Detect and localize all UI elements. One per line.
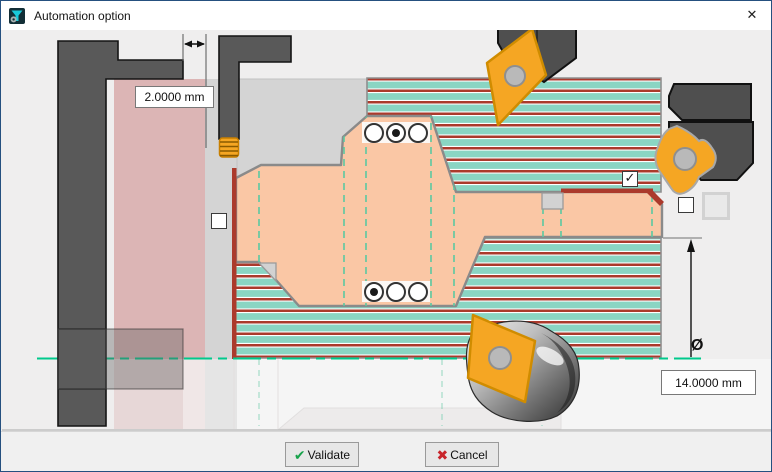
automation-option-dialog: Automation option ✕ 2.0000 mm Ø 14.0000 … <box>0 0 772 472</box>
footer-bar: ✔ Validate ✖ Cancel <box>1 431 771 472</box>
gap-dimension-field[interactable]: 2.0000 mm <box>135 86 214 108</box>
left-option-checkbox[interactable]: ✓ <box>211 213 227 229</box>
radio-bottom-2[interactable] <box>386 282 406 302</box>
dialog-title: Automation option <box>34 9 131 23</box>
cross-icon: ✖ <box>436 448 448 462</box>
cancel-button[interactable]: ✖ Cancel <box>425 442 499 467</box>
radio-bottom-1[interactable] <box>364 282 384 302</box>
radio-group-top <box>362 122 430 143</box>
title-bar: Automation option ✕ <box>1 1 771 30</box>
right-tool-checkbox[interactable]: ✓ <box>622 171 638 187</box>
diameter-dimension-field[interactable]: 14.0000 mm <box>661 370 756 395</box>
machining-preview-canvas <box>1 1 772 472</box>
diameter-symbol: Ø <box>691 337 703 355</box>
color-swatch-button[interactable] <box>702 192 730 220</box>
diameter-dimension-value: 14.0000 mm <box>675 376 742 390</box>
check-icon: ✔ <box>294 448 306 462</box>
radio-top-3[interactable] <box>408 123 428 143</box>
radio-bottom-3[interactable] <box>408 282 428 302</box>
diameter-option-checkbox[interactable]: ✓ <box>678 197 694 213</box>
cancel-label: Cancel <box>450 448 487 462</box>
app-icon <box>9 8 25 24</box>
radio-top-2[interactable] <box>386 123 406 143</box>
validate-label: Validate <box>308 448 350 462</box>
validate-button[interactable]: ✔ Validate <box>285 442 359 467</box>
radio-group-bottom <box>362 281 430 302</box>
turning-tool-right <box>655 84 753 194</box>
close-icon[interactable]: ✕ <box>741 5 763 25</box>
gap-dimension-value: 2.0000 mm <box>144 90 204 104</box>
radio-top-1[interactable] <box>364 123 384 143</box>
